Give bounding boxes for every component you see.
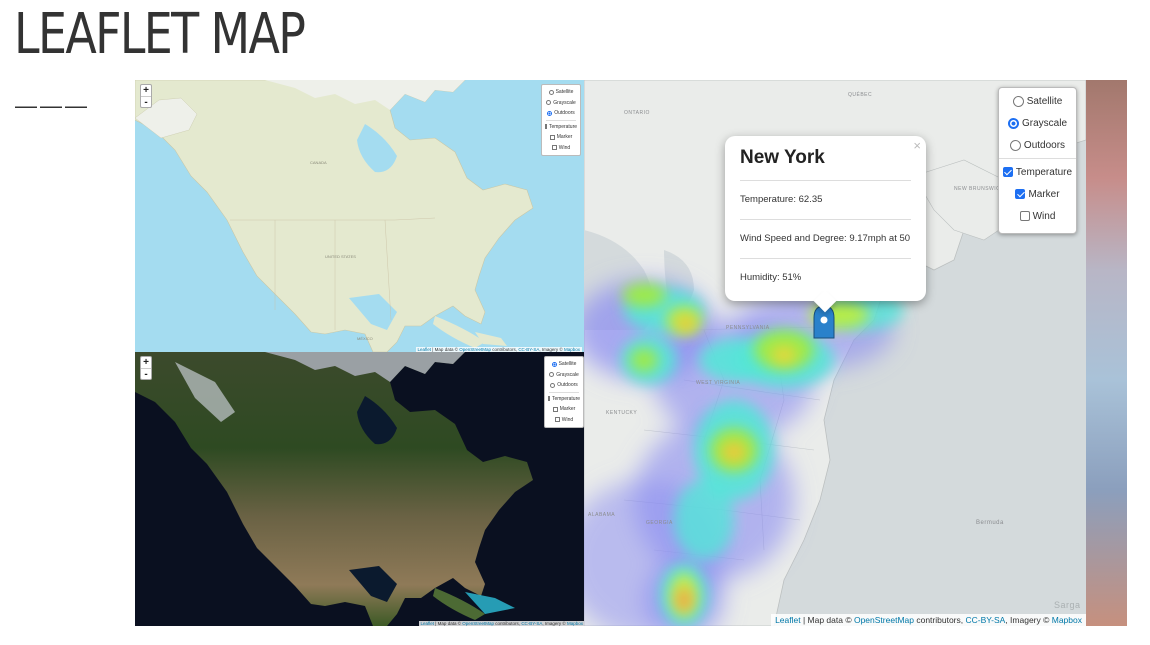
- layer-control[interactable]: Satellite Grayscale Outdoors Temperature…: [998, 87, 1077, 234]
- label-ontario: ONTARIO: [624, 110, 650, 116]
- label-quebec: QUÉBEC: [848, 92, 873, 98]
- layer-control[interactable]: Satellite Grayscale Outdoors Temperature…: [544, 356, 584, 428]
- popup-close-button[interactable]: ×: [913, 138, 921, 153]
- base-layer-satellite[interactable]: Satellite: [999, 90, 1076, 112]
- svg-text:CANADA: CANADA: [310, 160, 327, 165]
- radio-outdoors[interactable]: [550, 382, 556, 388]
- layer-separator: [999, 158, 1076, 159]
- label-pennsylvania: PENNSYLVANIA: [726, 325, 770, 331]
- attribution: Leaflet | Map data © OpenStreetMap contr…: [771, 614, 1086, 626]
- popup-wind: Wind Speed and Degree: 9.17mph at 50: [740, 220, 911, 259]
- overlay-temperature[interactable]: Temperature: [547, 394, 580, 405]
- radio-satellite[interactable]: [1012, 95, 1024, 107]
- osm-link[interactable]: OpenStreetMap: [462, 621, 494, 626]
- background-sky-image: [1086, 80, 1127, 626]
- base-layer-satellite[interactable]: Satellite: [549, 359, 579, 370]
- layer-separator: [549, 391, 579, 393]
- leaflet-link[interactable]: Leaflet: [775, 615, 801, 625]
- label-new-brunswick: NEW BRUNSWICK: [954, 186, 1005, 192]
- overlay-marker[interactable]: Marker: [549, 404, 579, 415]
- label-bermuda: Bermuda: [976, 520, 1004, 526]
- grayscale-map[interactable]: QUÉBEC ONTARIO NEW BRUNSWICK PENNSYLVANI…: [584, 80, 1086, 626]
- outdoors-map[interactable]: CANADA UNITED STATES MÉXICO + - Satellit…: [135, 80, 584, 352]
- mapbox-link[interactable]: Mapbox: [567, 621, 583, 626]
- leaflet-link[interactable]: Leaflet: [421, 621, 435, 626]
- base-layer-outdoors[interactable]: Outdoors: [999, 134, 1076, 156]
- license-link[interactable]: CC-BY-SA: [521, 621, 542, 626]
- title-underline: ———: [15, 93, 90, 118]
- popup-temperature: Temperature: 62.35: [740, 181, 911, 220]
- base-layer-satellite[interactable]: Satellite: [546, 87, 576, 98]
- zoom-out-button[interactable]: -: [141, 96, 151, 108]
- overlay-marker[interactable]: Marker: [546, 132, 576, 143]
- attribution: Leaflet | Map data © OpenStreetMap contr…: [418, 621, 585, 626]
- zoom-control[interactable]: + -: [140, 84, 152, 108]
- overlay-temperature[interactable]: Temperature: [544, 122, 577, 133]
- radio-grayscale[interactable]: [546, 100, 552, 106]
- satellite-map[interactable]: + - Satellite Grayscale Outdoors Tempera…: [135, 352, 587, 626]
- zoom-out-button[interactable]: -: [141, 368, 151, 380]
- layer-separator: [546, 119, 576, 121]
- checkbox-marker[interactable]: [549, 134, 555, 140]
- page-title: LEAFLET MAP: [14, 2, 306, 67]
- base-layer-grayscale[interactable]: Grayscale: [546, 98, 576, 109]
- checkbox-wind[interactable]: [554, 417, 560, 423]
- svg-text:MÉXICO: MÉXICO: [357, 336, 373, 341]
- overlay-marker[interactable]: Marker: [999, 183, 1076, 205]
- overlay-temperature[interactable]: Temperature: [999, 161, 1076, 183]
- checkbox-temperature[interactable]: [547, 396, 550, 402]
- label-alabama: ALABAMA: [588, 512, 616, 518]
- checkbox-temperature[interactable]: [544, 124, 547, 130]
- radio-outdoors[interactable]: [547, 110, 553, 116]
- zoom-in-button[interactable]: +: [141, 85, 151, 96]
- popup-humidity: Humidity: 51%: [740, 272, 802, 283]
- checkbox-temperature[interactable]: [1002, 167, 1013, 177]
- radio-satellite[interactable]: [548, 89, 554, 95]
- label-georgia: GEORGIA: [646, 520, 673, 526]
- checkbox-marker[interactable]: [552, 406, 558, 412]
- overlay-wind[interactable]: Wind: [546, 143, 576, 154]
- checkbox-wind[interactable]: [1019, 211, 1030, 221]
- zoom-in-button[interactable]: +: [141, 357, 151, 368]
- base-layer-outdoors[interactable]: Outdoors: [549, 380, 579, 391]
- label-kentucky: KENTUCKY: [606, 410, 638, 416]
- base-layer-grayscale[interactable]: Grayscale: [999, 112, 1076, 134]
- base-layer-grayscale[interactable]: Grayscale: [549, 370, 579, 381]
- radio-grayscale[interactable]: [549, 372, 555, 378]
- satellite-basemap: [135, 352, 533, 626]
- label-sargasso: Sarga: [1054, 600, 1081, 610]
- layer-control[interactable]: Satellite Grayscale Outdoors Temperature…: [541, 84, 581, 156]
- mapbox-link[interactable]: Mapbox: [1052, 615, 1082, 625]
- checkbox-marker[interactable]: [1015, 189, 1026, 199]
- radio-grayscale[interactable]: [1007, 117, 1019, 129]
- osm-link[interactable]: OpenStreetMap: [854, 615, 914, 625]
- radio-outdoors[interactable]: [1009, 139, 1021, 151]
- base-layer-outdoors[interactable]: Outdoors: [546, 108, 576, 119]
- overlay-wind[interactable]: Wind: [999, 205, 1076, 227]
- overlay-wind[interactable]: Wind: [549, 415, 579, 426]
- popup-title: New York: [740, 148, 911, 181]
- label-west-virginia: WEST VIRGINIA: [696, 380, 741, 386]
- checkbox-wind[interactable]: [551, 145, 557, 151]
- city-popup: × New York Temperature: 62.35 Wind Speed…: [725, 136, 926, 301]
- license-link[interactable]: CC-BY-SA: [965, 615, 1005, 625]
- svg-text:UNITED STATES: UNITED STATES: [325, 254, 356, 259]
- zoom-control[interactable]: + -: [140, 356, 152, 380]
- radio-satellite[interactable]: [551, 361, 557, 367]
- outdoors-basemap: CANADA UNITED STATES MÉXICO: [135, 80, 534, 352]
